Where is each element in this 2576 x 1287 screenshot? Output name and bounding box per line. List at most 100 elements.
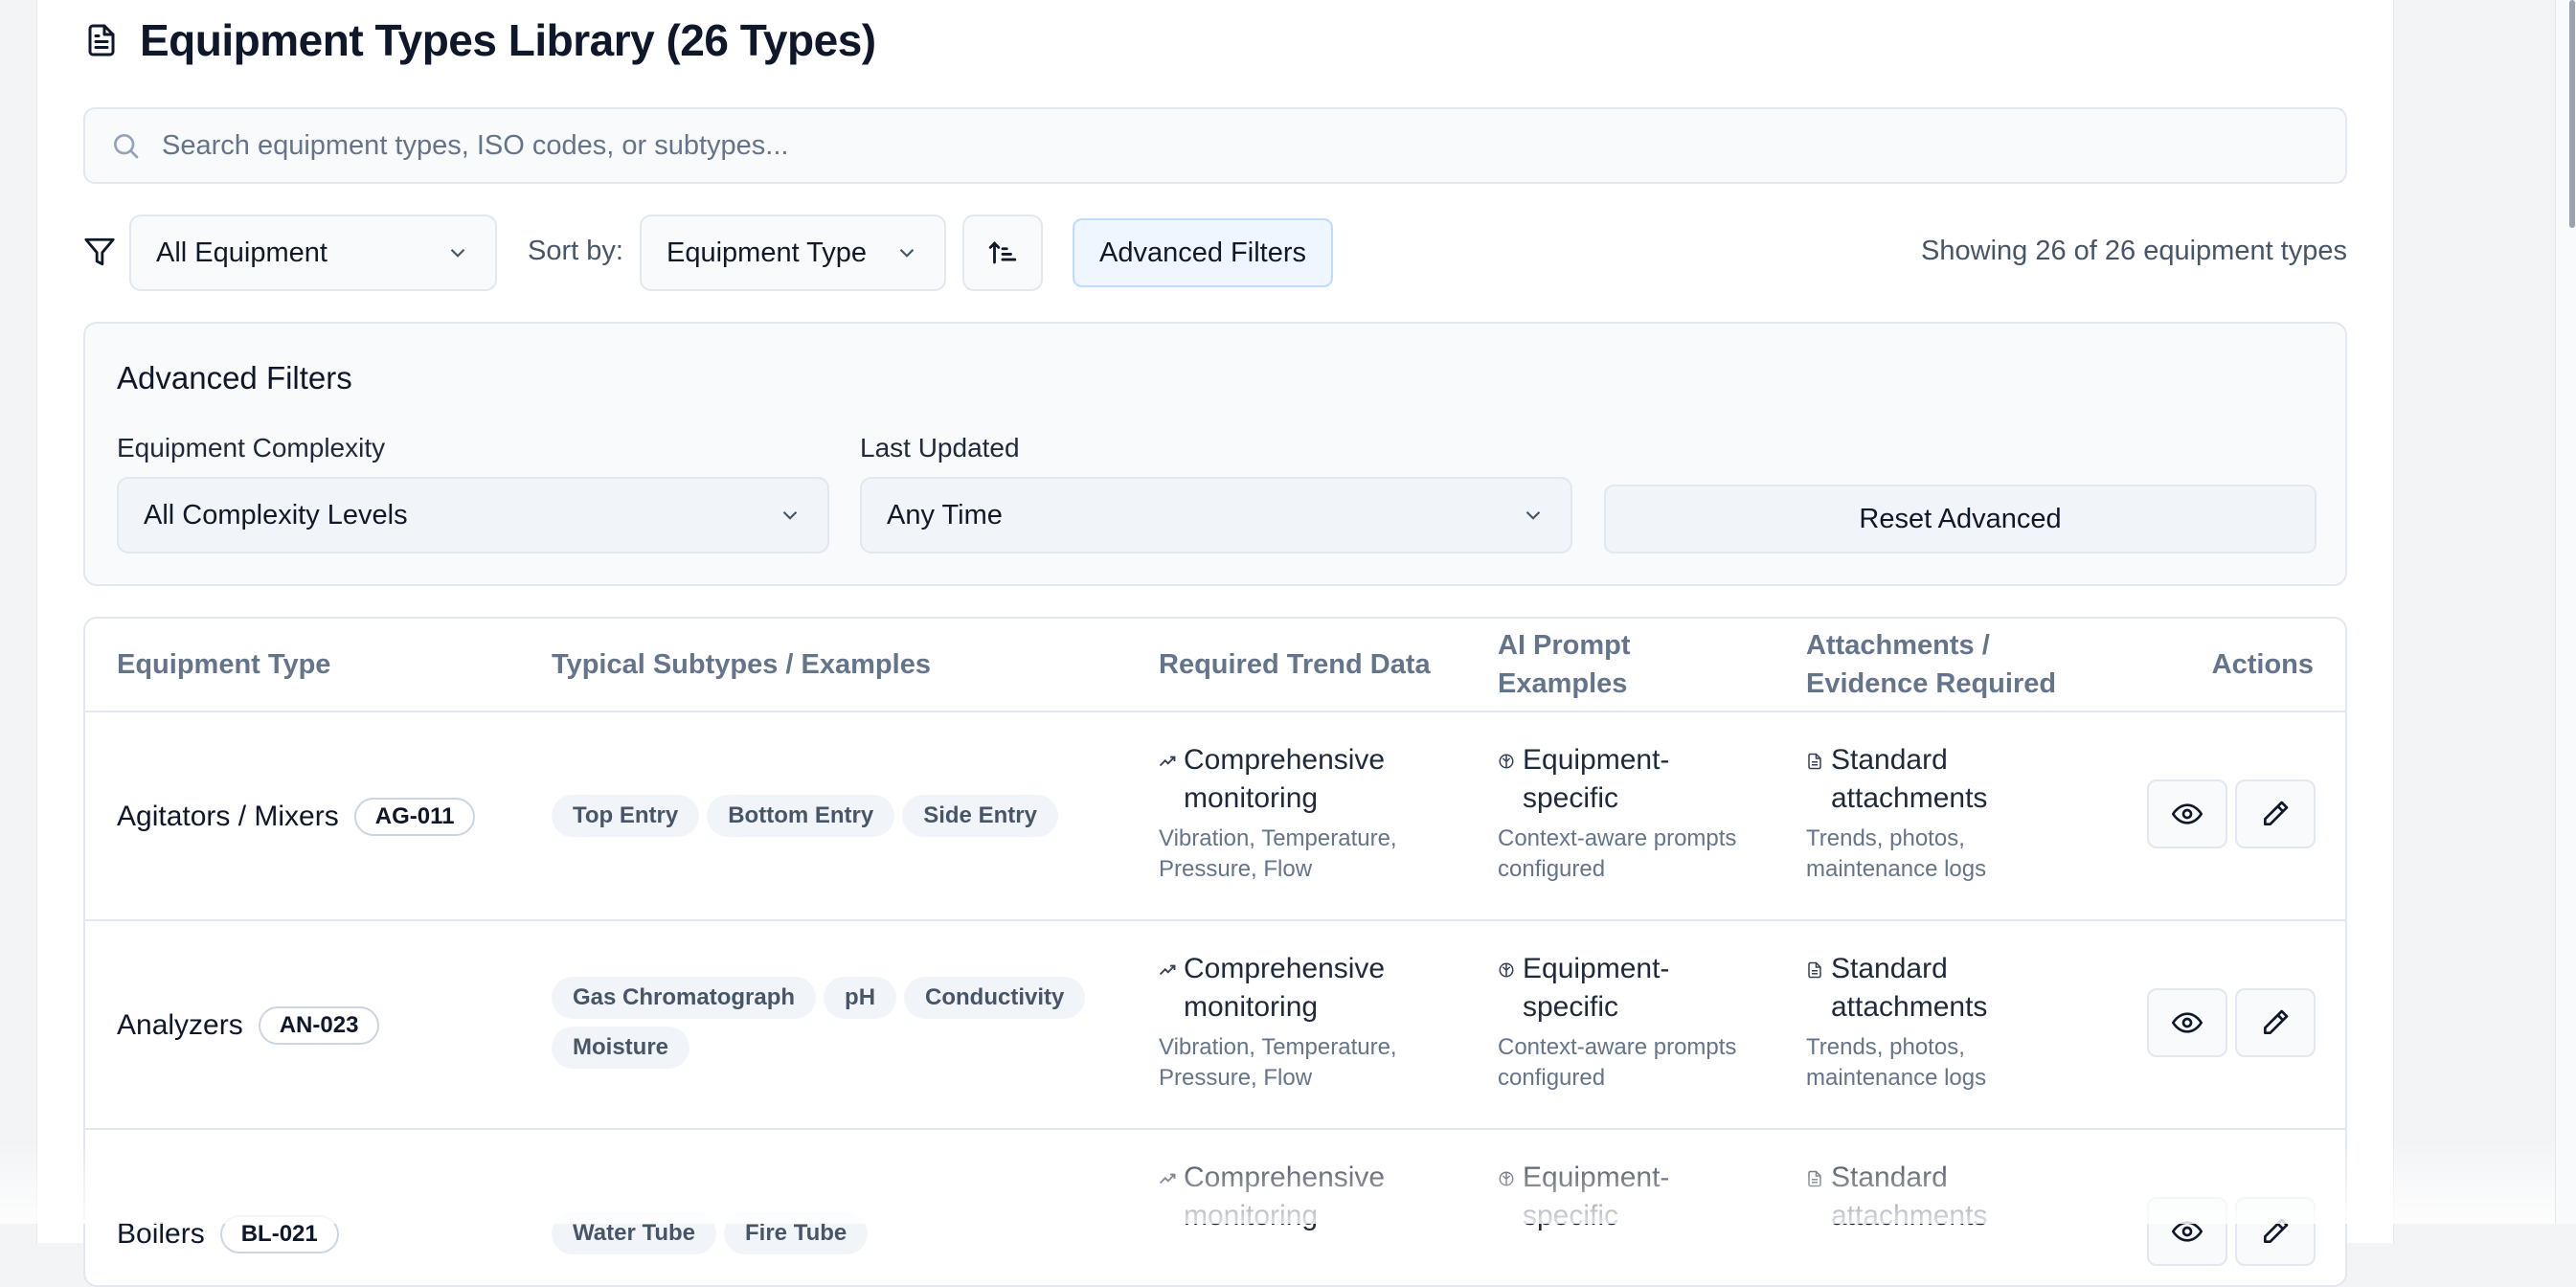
column-header-actions: Actions [2211, 649, 2314, 680]
trend-detail: Vibration, Temperature, Pressure, Flow [1159, 1034, 1397, 1091]
attachments-detail: Trends, photos, maintenance logs [1806, 825, 1987, 882]
ai-prompt-cell: Equipment-specific [1498, 1159, 1747, 1235]
view-button[interactable] [2147, 1197, 2227, 1266]
chevron-down-icon [450, 248, 465, 258]
eye-icon [2172, 1012, 2203, 1033]
trend-detail: Vibration, Temperature, Pressure, Flow [1159, 825, 1397, 882]
subtype-chip: Top Entry [552, 795, 700, 837]
trend-title: Comprehensive monitoring [1184, 953, 1386, 1023]
ai-prompt-cell: Equipment-specific Context-aware prompts… [1498, 950, 1747, 1094]
ai-title: Equipment-specific [1523, 953, 1670, 1023]
search-box[interactable] [83, 107, 2347, 184]
table-row: Analyzers AN-023 Gas Chromatograph pH Co… [85, 921, 2345, 1130]
attachments-title: Standard attachments [1831, 744, 1988, 814]
edit-button[interactable] [2235, 988, 2316, 1057]
last-updated-label: Last Updated [860, 433, 1020, 463]
column-header-attachments: Attachments / Evidence Required [1806, 630, 2057, 699]
subtype-chip: pH [824, 977, 897, 1019]
attachments-title: Standard attachments [1831, 953, 1988, 1023]
advanced-filters-button[interactable]: Advanced Filters [1073, 218, 1333, 287]
eye-icon [2172, 803, 2203, 824]
ai-detail: Context-aware prompts configured [1498, 1034, 1737, 1091]
subtype-chips: Water Tube Fire Tube [552, 1212, 1126, 1254]
brain-icon [1499, 1171, 1514, 1186]
trending-up-icon [1159, 1173, 1176, 1185]
brain-icon [1499, 754, 1514, 769]
attachments-cell: Standard attachments [1806, 1159, 2045, 1235]
pencil-icon [2264, 1218, 2289, 1243]
subtype-chips: Top Entry Bottom Entry Side Entry [552, 795, 1126, 837]
equipment-name: Boilers [117, 1218, 205, 1250]
trend-data-cell: Comprehensive monitoring [1159, 1159, 1446, 1235]
iso-code-badge: BL-021 [219, 1215, 339, 1253]
sort-select[interactable]: Equipment Type [640, 214, 946, 291]
attachments-cell: Standard attachments Trends, photos, mai… [1806, 741, 2045, 885]
equipment-name: Analyzers [117, 1009, 243, 1041]
page-header: Equipment Types Library (26 Types) [84, 11, 876, 69]
chevron-down-icon [899, 248, 915, 258]
advanced-filters-title: Advanced Filters [117, 360, 352, 395]
filter-icon [84, 237, 115, 266]
last-updated-select[interactable]: Any Time [860, 477, 1572, 553]
ai-detail: Context-aware prompts configured [1498, 825, 1737, 882]
subtype-chip: Bottom Entry [707, 795, 895, 837]
subtype-chip: Side Entry [902, 795, 1058, 837]
reset-advanced-button[interactable]: Reset Advanced [1604, 485, 2316, 553]
document-icon [88, 24, 115, 56]
pencil-icon [2264, 801, 2289, 825]
table-row: Boilers BL-021 Water Tube Fire Tube Comp… [85, 1130, 2345, 1285]
table-row: Agitators / Mixers AG-011 Top Entry Bott… [85, 712, 2345, 921]
trend-title: Comprehensive monitoring [1184, 1162, 1386, 1231]
page-title: Equipment Types Library (26 Types) [140, 15, 876, 65]
search-icon [113, 134, 139, 159]
pencil-icon [2264, 1009, 2289, 1034]
subtype-chip: Moisture [552, 1027, 690, 1069]
complexity-select[interactable]: All Complexity Levels [117, 477, 829, 553]
chevron-down-icon [1525, 510, 1541, 520]
sort-ascending-icon [988, 241, 1017, 264]
complexity-label: Equipment Complexity [117, 433, 386, 463]
column-header-trend-data: Required Trend Data [1159, 649, 1431, 680]
equipment-type-cell: Analyzers AN-023 [117, 921, 380, 1130]
trend-title: Comprehensive monitoring [1184, 744, 1386, 814]
subtype-chip: Fire Tube [724, 1212, 869, 1254]
chevron-down-icon [782, 510, 798, 520]
view-button[interactable] [2147, 779, 2227, 848]
page-scrollbar-thumb[interactable] [2569, 0, 2575, 228]
subtype-chip: Water Tube [552, 1212, 717, 1254]
file-text-icon [1808, 1170, 1821, 1187]
brain-icon [1499, 962, 1514, 978]
column-header-subtypes: Typical Subtypes / Examples [552, 649, 931, 680]
category-select[interactable]: All Equipment [129, 214, 497, 291]
attachments-cell: Standard attachments Trends, photos, mai… [1806, 950, 2045, 1094]
edit-button[interactable] [2235, 779, 2316, 848]
ai-title: Equipment-specific [1523, 744, 1670, 814]
trend-data-cell: Comprehensive monitoring Vibration, Temp… [1159, 741, 1446, 885]
eye-icon [2172, 1221, 2203, 1242]
column-header-equipment-type[interactable]: Equipment Type [117, 645, 330, 684]
file-text-icon [1808, 753, 1821, 770]
attachments-detail: Trends, photos, maintenance logs [1806, 1034, 1987, 1091]
category-select-value: All Equipment [156, 237, 328, 268]
subtype-chip: Gas Chromatograph [552, 977, 817, 1019]
trend-data-cell: Comprehensive monitoring Vibration, Temp… [1159, 950, 1446, 1094]
iso-code-badge: AN-023 [258, 1006, 380, 1045]
trending-up-icon [1159, 964, 1176, 976]
table-header: Equipment Type Typical Subtypes / Exampl… [85, 619, 2345, 712]
subtype-chips: Gas Chromatograph pH Conductivity Moistu… [552, 977, 1126, 1069]
sort-by-label: Sort by: [528, 236, 623, 266]
toolbar: All Equipment Sort by: Equipment Type Ad… [83, 214, 2347, 291]
edit-button[interactable] [2235, 1197, 2316, 1266]
ai-title: Equipment-specific [1523, 1162, 1670, 1231]
equipment-type-cell: Agitators / Mixers AG-011 [117, 712, 476, 921]
equipment-type-cell: Boilers BL-021 [117, 1130, 339, 1285]
view-button[interactable] [2147, 988, 2227, 1057]
last-updated-select-value: Any Time [887, 499, 1003, 531]
sort-direction-button[interactable] [962, 214, 1043, 291]
equipment-table: Equipment Type Typical Subtypes / Exampl… [83, 617, 2347, 1287]
trending-up-icon [1159, 756, 1176, 767]
file-text-icon [1808, 961, 1821, 979]
search-input[interactable] [162, 129, 2269, 162]
attachments-title: Standard attachments [1831, 1162, 1988, 1231]
ai-prompt-cell: Equipment-specific Context-aware prompts… [1498, 741, 1747, 885]
